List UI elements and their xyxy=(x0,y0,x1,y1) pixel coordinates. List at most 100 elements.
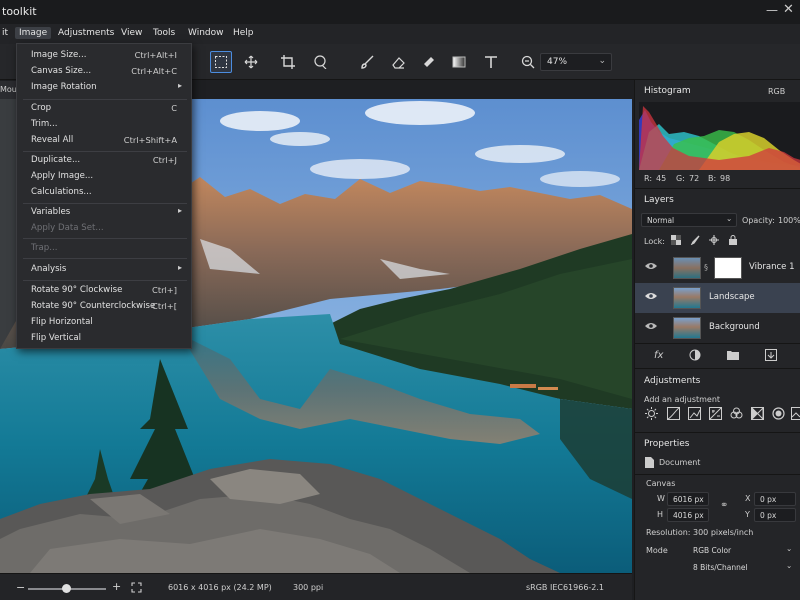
app-title: toolkit xyxy=(2,5,37,18)
menu-item-flip-vertical[interactable]: Flip Vertical xyxy=(17,331,191,346)
crop-icon[interactable] xyxy=(277,51,299,73)
menu-item-shortcut: C xyxy=(171,103,177,113)
hue-saturation-icon[interactable] xyxy=(730,407,744,421)
eye-icon[interactable] xyxy=(645,292,657,303)
black-white-icon[interactable] xyxy=(772,407,786,421)
y-field[interactable]: 0 px xyxy=(754,508,796,522)
layer-thumbnail xyxy=(673,257,701,279)
brightness-icon[interactable] xyxy=(645,407,659,421)
histogram-channel[interactable]: RGB xyxy=(768,87,785,96)
chevron-down-icon: ⌄ xyxy=(726,214,733,223)
status-bar: − + 6016 x 4016 px (24.2 MP) 300 ppi sRG… xyxy=(0,573,632,600)
menu-item-image-size[interactable]: Image Size... Ctrl+Alt+I xyxy=(17,48,191,63)
menu-adjustments[interactable]: Adjustments xyxy=(54,27,118,39)
menu-item-image-rotation[interactable]: Image Rotation ▸ xyxy=(17,80,191,95)
minimize-icon[interactable]: — xyxy=(766,3,778,17)
zoom-minus-button[interactable]: − xyxy=(16,581,25,594)
menu-item-rotate-ccw[interactable]: Rotate 90° Counterclockwise Ctrl+[ xyxy=(17,299,191,314)
menu-item-trim[interactable]: Trim... xyxy=(17,117,191,132)
gradient-icon[interactable] xyxy=(448,51,470,73)
document-tab-label: Mou xyxy=(0,85,17,94)
mask-icon[interactable] xyxy=(689,349,701,364)
resolution-label: Resolution: xyxy=(646,528,691,537)
levels-icon[interactable] xyxy=(688,407,702,421)
move-icon[interactable] xyxy=(240,51,262,73)
menu-help[interactable]: Help xyxy=(229,27,258,39)
x-label: X xyxy=(745,494,751,503)
menu-image[interactable]: Image xyxy=(15,27,52,39)
menu-item-rotate-cw[interactable]: Rotate 90° Clockwise Ctrl+] xyxy=(17,283,191,298)
chevron-down-icon: ⌄ xyxy=(786,544,793,553)
text-icon[interactable] xyxy=(480,51,502,73)
x-field[interactable]: 0 px xyxy=(754,492,796,506)
lock-transparency-icon[interactable] xyxy=(671,235,681,248)
layer-thumbnail xyxy=(673,317,701,339)
eye-icon[interactable] xyxy=(645,262,657,273)
menu-item-label: Image Size... xyxy=(31,50,87,60)
bit-depth-select[interactable]: 8 Bits/Channel ⌄ xyxy=(687,560,797,574)
histogram-b-value: 98 xyxy=(720,174,731,183)
blend-mode-select[interactable]: Normal ⌄ xyxy=(641,213,737,227)
document-icon xyxy=(645,457,654,471)
lock-all-icon[interactable] xyxy=(728,235,738,248)
zoom-value: 47% xyxy=(547,57,568,67)
fit-screen-icon[interactable] xyxy=(131,582,142,596)
photo-filter-icon[interactable] xyxy=(791,407,800,421)
eye-icon[interactable] xyxy=(645,322,657,333)
menu-item-label: Rotate 90° Clockwise xyxy=(31,285,123,295)
histogram-graph xyxy=(639,102,800,170)
healing-icon[interactable] xyxy=(418,51,440,73)
width-field[interactable]: 6016 px xyxy=(667,492,709,506)
zoom-plus-button[interactable]: + xyxy=(112,580,121,593)
eraser-icon[interactable] xyxy=(387,51,409,73)
menu-item-label: Canvas Size... xyxy=(31,66,92,76)
brush-icon[interactable] xyxy=(356,51,378,73)
zoom-out-icon[interactable] xyxy=(517,51,539,73)
close-icon[interactable]: ✕ xyxy=(783,2,794,17)
link-icon: § xyxy=(704,263,708,272)
opacity-value[interactable]: 100% xyxy=(778,216,800,225)
menu-item-analysis[interactable]: Analysis ▸ xyxy=(17,262,191,277)
marquee-select-icon[interactable] xyxy=(210,51,232,73)
menu-separator xyxy=(23,203,187,204)
chevron-down-icon: ⌄ xyxy=(786,561,793,570)
zoom-select[interactable]: 47% ⌄ xyxy=(540,53,612,71)
histogram-b-label: B: xyxy=(708,174,717,183)
exposure-icon[interactable] xyxy=(709,407,723,421)
menu-item-label: Calculations... xyxy=(31,187,92,197)
menu-item-shortcut: Ctrl+[ xyxy=(152,301,177,311)
layer-row-background[interactable]: Background xyxy=(635,313,800,343)
zoom-slider-handle[interactable] xyxy=(62,584,71,593)
menu-edit[interactable]: it xyxy=(0,27,12,39)
menu-item-duplicate[interactable]: Duplicate... Ctrl+J xyxy=(17,153,191,168)
menu-item-apply-image[interactable]: Apply Image... xyxy=(17,169,191,184)
menu-item-calculations[interactable]: Calculations... xyxy=(17,185,191,200)
layer-name: Background xyxy=(709,322,760,332)
menu-view[interactable]: View xyxy=(117,27,146,39)
folder-icon[interactable] xyxy=(727,349,739,363)
menu-item-variables[interactable]: Variables ▸ xyxy=(17,205,191,220)
menu-window[interactable]: Window xyxy=(184,27,228,39)
lock-position-icon[interactable] xyxy=(709,235,719,248)
layer-row-landscape[interactable]: Landscape xyxy=(635,283,800,313)
menu-item-reveal-all[interactable]: Reveal All Ctrl+Shift+A xyxy=(17,133,191,148)
menu-item-label: Image Rotation xyxy=(31,82,97,92)
layer-row-vibrance[interactable]: § Vibrance 1 xyxy=(635,253,800,283)
height-field[interactable]: 4016 px xyxy=(667,508,709,522)
lock-pixels-icon[interactable] xyxy=(690,235,700,248)
mode-select[interactable]: RGB Color ⌄ xyxy=(687,543,797,557)
menu-item-flip-horizontal[interactable]: Flip Horizontal xyxy=(17,315,191,330)
properties-title: Properties xyxy=(644,439,690,449)
canvas-label: Canvas xyxy=(646,479,676,488)
menu-tools[interactable]: Tools xyxy=(149,27,179,39)
color-balance-icon[interactable] xyxy=(751,406,765,421)
lasso-icon[interactable] xyxy=(309,51,331,73)
menu-item-crop[interactable]: Crop C xyxy=(17,101,191,116)
menu-item-shortcut: Ctrl+Alt+I xyxy=(134,50,177,60)
link-dimensions-icon[interactable]: ⚭ xyxy=(720,500,728,511)
curves-icon[interactable] xyxy=(667,407,681,421)
menu-item-canvas-size[interactable]: Canvas Size... Ctrl+Alt+C xyxy=(17,64,191,79)
new-layer-icon[interactable] xyxy=(765,349,777,364)
menu-item-label: Trim... xyxy=(31,119,58,129)
fx-button[interactable]: fx xyxy=(654,350,663,361)
